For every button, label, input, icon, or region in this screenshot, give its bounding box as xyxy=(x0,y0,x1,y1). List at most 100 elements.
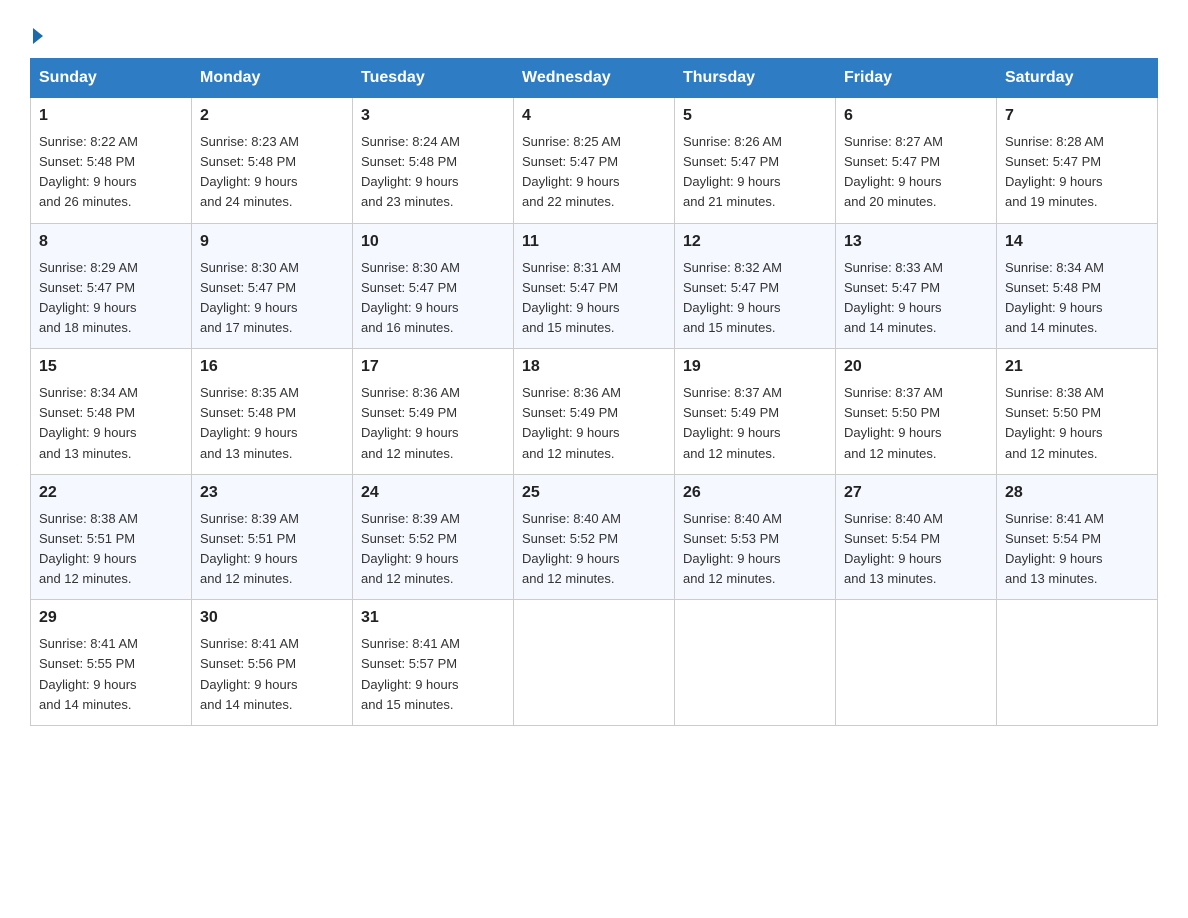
header-thursday: Thursday xyxy=(675,59,836,98)
day-number: 17 xyxy=(361,355,505,379)
day-number: 6 xyxy=(844,104,988,128)
day-number: 7 xyxy=(1005,104,1149,128)
day-cell: 4 Sunrise: 8:25 AMSunset: 5:47 PMDaylight… xyxy=(514,98,675,224)
day-info: Sunrise: 8:29 AMSunset: 5:47 PMDaylight:… xyxy=(39,258,183,339)
day-number: 2 xyxy=(200,104,344,128)
day-number: 26 xyxy=(683,481,827,505)
day-number: 28 xyxy=(1005,481,1149,505)
week-row-1: 1 Sunrise: 8:22 AMSunset: 5:48 PMDaylight… xyxy=(31,98,1158,224)
day-cell: 18Sunrise: 8:36 AMSunset: 5:49 PMDayligh… xyxy=(514,349,675,475)
day-cell: 31Sunrise: 8:41 AMSunset: 5:57 PMDayligh… xyxy=(353,600,514,726)
day-cell: 29 Sunrise: 8:41 AMSunset: 5:55 PMDayligh… xyxy=(31,600,192,726)
day-cell: 27 Sunrise: 8:40 AMSunset: 5:54 PMDayligh… xyxy=(836,474,997,600)
calendar-table: SundayMondayTuesdayWednesdayThursdayFrid… xyxy=(30,58,1158,726)
day-cell: 23Sunrise: 8:39 AMSunset: 5:51 PMDayligh… xyxy=(192,474,353,600)
day-info: Sunrise: 8:39 AMSunset: 5:52 PMDaylight:… xyxy=(361,509,505,590)
day-number: 1 xyxy=(39,104,183,128)
day-number: 18 xyxy=(522,355,666,379)
logo-arrow-icon xyxy=(33,28,43,44)
day-number: 29 xyxy=(39,606,183,630)
day-number: 5 xyxy=(683,104,827,128)
week-row-5: 29 Sunrise: 8:41 AMSunset: 5:55 PMDayligh… xyxy=(31,600,1158,726)
day-number: 23 xyxy=(200,481,344,505)
day-number: 8 xyxy=(39,230,183,254)
day-cell: 13Sunrise: 8:33 AMSunset: 5:47 PMDayligh… xyxy=(836,223,997,349)
day-info: Sunrise: 8:34 AMSunset: 5:48 PMDaylight:… xyxy=(39,383,183,464)
day-cell: 25 Sunrise: 8:40 AMSunset: 5:52 PMDayligh… xyxy=(514,474,675,600)
day-cell: 30Sunrise: 8:41 AMSunset: 5:56 PMDayligh… xyxy=(192,600,353,726)
logo xyxy=(30,20,43,48)
day-info: Sunrise: 8:35 AMSunset: 5:48 PMDaylight:… xyxy=(200,383,344,464)
day-info: Sunrise: 8:23 AMSunset: 5:48 PMDaylight:… xyxy=(200,132,344,213)
day-info: Sunrise: 8:36 AMSunset: 5:49 PMDaylight:… xyxy=(361,383,505,464)
day-number: 27 xyxy=(844,481,988,505)
day-cell: 17 Sunrise: 8:36 AMSunset: 5:49 PMDayligh… xyxy=(353,349,514,475)
day-info: Sunrise: 8:41 AMSunset: 5:55 PMDaylight:… xyxy=(39,634,183,715)
day-cell: 9Sunrise: 8:30 AMSunset: 5:47 PMDaylight… xyxy=(192,223,353,349)
day-info: Sunrise: 8:31 AMSunset: 5:47 PMDaylight:… xyxy=(522,258,666,339)
day-info: Sunrise: 8:40 AMSunset: 5:54 PMDaylight:… xyxy=(844,509,988,590)
day-info: Sunrise: 8:22 AMSunset: 5:48 PMDaylight:… xyxy=(39,132,183,213)
day-number: 3 xyxy=(361,104,505,128)
day-info: Sunrise: 8:25 AMSunset: 5:47 PMDaylight:… xyxy=(522,132,666,213)
day-number: 16 xyxy=(200,355,344,379)
day-info: Sunrise: 8:33 AMSunset: 5:47 PMDaylight:… xyxy=(844,258,988,339)
day-cell: 3 Sunrise: 8:24 AMSunset: 5:48 PMDaylight… xyxy=(353,98,514,224)
day-number: 24 xyxy=(361,481,505,505)
page-header xyxy=(30,20,1158,48)
day-number: 15 xyxy=(39,355,183,379)
day-number: 10 xyxy=(361,230,505,254)
day-info: Sunrise: 8:34 AMSunset: 5:48 PMDaylight:… xyxy=(1005,258,1149,339)
day-cell: 12 Sunrise: 8:32 AMSunset: 5:47 PMDayligh… xyxy=(675,223,836,349)
header-wednesday: Wednesday xyxy=(514,59,675,98)
day-cell: 22Sunrise: 8:38 AMSunset: 5:51 PMDayligh… xyxy=(31,474,192,600)
day-info: Sunrise: 8:38 AMSunset: 5:50 PMDaylight:… xyxy=(1005,383,1149,464)
day-number: 30 xyxy=(200,606,344,630)
day-number: 19 xyxy=(683,355,827,379)
day-number: 4 xyxy=(522,104,666,128)
week-row-4: 22Sunrise: 8:38 AMSunset: 5:51 PMDayligh… xyxy=(31,474,1158,600)
week-row-3: 15 Sunrise: 8:34 AMSunset: 5:48 PMDayligh… xyxy=(31,349,1158,475)
day-cell: 10Sunrise: 8:30 AMSunset: 5:47 PMDayligh… xyxy=(353,223,514,349)
day-info: Sunrise: 8:26 AMSunset: 5:47 PMDaylight:… xyxy=(683,132,827,213)
day-cell: 5 Sunrise: 8:26 AMSunset: 5:47 PMDaylight… xyxy=(675,98,836,224)
day-cell: 24 Sunrise: 8:39 AMSunset: 5:52 PMDayligh… xyxy=(353,474,514,600)
header-friday: Friday xyxy=(836,59,997,98)
day-cell: 7 Sunrise: 8:28 AMSunset: 5:47 PMDaylight… xyxy=(997,98,1158,224)
day-info: Sunrise: 8:28 AMSunset: 5:47 PMDaylight:… xyxy=(1005,132,1149,213)
day-number: 31 xyxy=(361,606,505,630)
day-number: 12 xyxy=(683,230,827,254)
day-info: Sunrise: 8:37 AMSunset: 5:50 PMDaylight:… xyxy=(844,383,988,464)
day-info: Sunrise: 8:27 AMSunset: 5:47 PMDaylight:… xyxy=(844,132,988,213)
day-number: 9 xyxy=(200,230,344,254)
header-tuesday: Tuesday xyxy=(353,59,514,98)
week-row-2: 8 Sunrise: 8:29 AMSunset: 5:47 PMDaylight… xyxy=(31,223,1158,349)
day-cell: 14 Sunrise: 8:34 AMSunset: 5:48 PMDayligh… xyxy=(997,223,1158,349)
day-cell xyxy=(675,600,836,726)
day-info: Sunrise: 8:40 AMSunset: 5:52 PMDaylight:… xyxy=(522,509,666,590)
day-cell: 6 Sunrise: 8:27 AMSunset: 5:47 PMDaylight… xyxy=(836,98,997,224)
day-cell: 11 Sunrise: 8:31 AMSunset: 5:47 PMDayligh… xyxy=(514,223,675,349)
day-cell: 1 Sunrise: 8:22 AMSunset: 5:48 PMDaylight… xyxy=(31,98,192,224)
header-saturday: Saturday xyxy=(997,59,1158,98)
header-row: SundayMondayTuesdayWednesdayThursdayFrid… xyxy=(31,59,1158,98)
day-info: Sunrise: 8:40 AMSunset: 5:53 PMDaylight:… xyxy=(683,509,827,590)
day-cell xyxy=(514,600,675,726)
day-cell: 28 Sunrise: 8:41 AMSunset: 5:54 PMDayligh… xyxy=(997,474,1158,600)
day-number: 22 xyxy=(39,481,183,505)
header-monday: Monday xyxy=(192,59,353,98)
day-info: Sunrise: 8:41 AMSunset: 5:54 PMDaylight:… xyxy=(1005,509,1149,590)
day-cell: 20Sunrise: 8:37 AMSunset: 5:50 PMDayligh… xyxy=(836,349,997,475)
day-cell: 15 Sunrise: 8:34 AMSunset: 5:48 PMDayligh… xyxy=(31,349,192,475)
day-cell: 2 Sunrise: 8:23 AMSunset: 5:48 PMDaylight… xyxy=(192,98,353,224)
day-cell: 8 Sunrise: 8:29 AMSunset: 5:47 PMDaylight… xyxy=(31,223,192,349)
day-number: 14 xyxy=(1005,230,1149,254)
day-number: 21 xyxy=(1005,355,1149,379)
day-info: Sunrise: 8:24 AMSunset: 5:48 PMDaylight:… xyxy=(361,132,505,213)
day-number: 25 xyxy=(522,481,666,505)
day-number: 11 xyxy=(522,230,666,254)
day-info: Sunrise: 8:32 AMSunset: 5:47 PMDaylight:… xyxy=(683,258,827,339)
day-cell xyxy=(836,600,997,726)
day-cell: 19Sunrise: 8:37 AMSunset: 5:49 PMDayligh… xyxy=(675,349,836,475)
day-cell: 26 Sunrise: 8:40 AMSunset: 5:53 PMDayligh… xyxy=(675,474,836,600)
